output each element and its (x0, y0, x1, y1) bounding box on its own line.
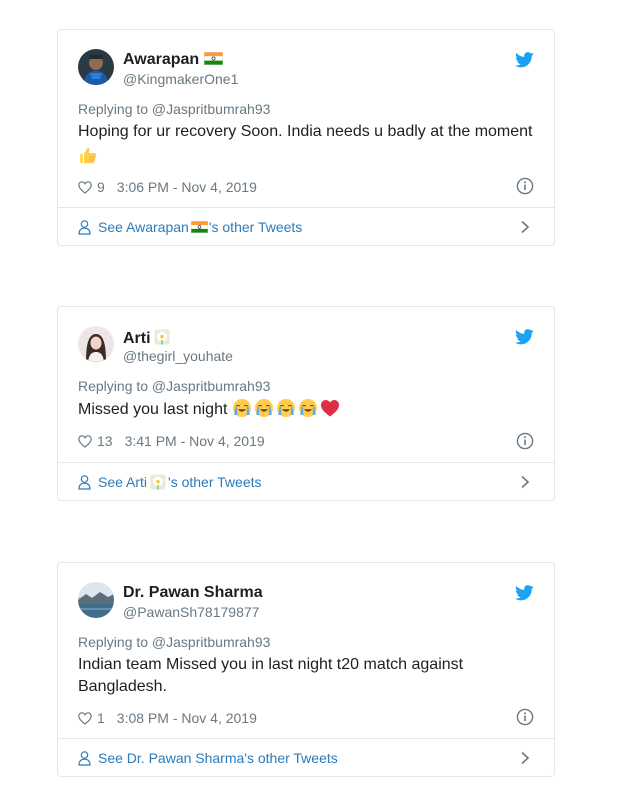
person-icon (78, 475, 91, 490)
replying-to: Replying to @Jaspritbumrah93 (78, 378, 271, 394)
tweet-card[interactable]: Arti @thegirl_youhate Replying to @Jaspr… (57, 306, 555, 501)
tweet-card[interactable]: Dr. Pawan Sharma @PawanSh78179877 Replyi… (57, 562, 555, 777)
timestamp[interactable]: 3:06 PM - Nov 4, 2019 (117, 179, 257, 195)
see-other-tweets-link[interactable]: See Arti 's other Tweets (78, 463, 534, 501)
heart-icon[interactable] (78, 181, 92, 194)
info-icon[interactable] (516, 708, 534, 726)
avatar[interactable] (78, 582, 114, 618)
person-icon (78, 220, 91, 235)
timestamp[interactable]: 3:08 PM - Nov 4, 2019 (117, 710, 257, 726)
flower-emoji (149, 473, 167, 491)
crying-face-emoji (232, 398, 252, 418)
tweet-text-body: Hoping for ur recovery Soon. India needs… (78, 123, 533, 140)
like-count[interactable]: 9 (97, 179, 105, 195)
tweet-meta: 1 3:08 PM - Nov 4, 2019 (78, 710, 257, 726)
tweet-meta: 13 3:41 PM - Nov 4, 2019 (78, 433, 265, 449)
see-other-prefix[interactable]: See Awarapan (98, 219, 189, 235)
author-handle[interactable]: @PawanSh78179877 (123, 604, 259, 620)
see-other-suffix[interactable]: 's other Tweets (209, 219, 302, 235)
avatar[interactable] (78, 49, 114, 85)
chevron-right-icon[interactable] (520, 220, 530, 234)
twitter-bird-icon[interactable] (515, 52, 534, 68)
author-name-text[interactable]: Arti (123, 330, 151, 347)
tweet-text: Indian team Missed you in last night t20… (78, 656, 464, 695)
tweet-text: Hoping for ur recovery Soon. India needs… (78, 121, 548, 168)
see-other-prefix[interactable]: See Dr. Pawan Sharma (98, 750, 244, 766)
see-other-prefix[interactable]: See Arti (98, 474, 147, 490)
crying-face-emoji (254, 398, 274, 418)
see-other-tweets-link[interactable]: See Dr. Pawan Sharma's other Tweets (78, 739, 534, 777)
author-name[interactable]: Arti (123, 328, 171, 348)
avatar[interactable] (78, 326, 114, 362)
heart-icon[interactable] (78, 712, 92, 725)
see-other-suffix[interactable]: 's other Tweets (168, 474, 261, 490)
person-icon (78, 751, 91, 766)
chevron-right-icon[interactable] (520, 751, 530, 765)
red-heart-emoji (320, 398, 340, 418)
replying-to: Replying to @Jaspritbumrah93 (78, 101, 271, 117)
thumbs-up-emoji (78, 145, 98, 165)
flower-emoji (153, 328, 171, 346)
info-icon[interactable] (516, 432, 534, 450)
replying-to: Replying to @Jaspritbumrah93 (78, 634, 271, 650)
tweet-text: Missed you last night (78, 398, 548, 421)
india-flag-icon (204, 52, 223, 65)
see-other-suffix[interactable]: 's other Tweets (244, 750, 337, 766)
india-flag-icon (191, 221, 208, 233)
info-icon[interactable] (516, 177, 534, 195)
author-handle[interactable]: @thegirl_youhate (123, 348, 233, 364)
author-handle[interactable]: @KingmakerOne1 (123, 71, 238, 87)
tweet-meta: 9 3:06 PM - Nov 4, 2019 (78, 179, 257, 195)
heart-icon[interactable] (78, 435, 92, 448)
author-name[interactable]: Awarapan (123, 51, 223, 69)
crying-face-emoji (276, 398, 296, 418)
like-count[interactable]: 13 (97, 433, 113, 449)
author-name-text[interactable]: Awarapan (123, 51, 199, 68)
like-count[interactable]: 1 (97, 710, 105, 726)
twitter-bird-icon[interactable] (515, 585, 534, 601)
chevron-right-icon[interactable] (520, 475, 530, 489)
tweet-card[interactable]: Awarapan @KingmakerOne1 Replying to @Jas… (57, 29, 555, 246)
twitter-bird-icon[interactable] (515, 329, 534, 345)
timestamp[interactable]: 3:41 PM - Nov 4, 2019 (125, 433, 265, 449)
author-name[interactable]: Dr. Pawan Sharma (123, 584, 263, 602)
see-other-tweets-link[interactable]: See Awarapan 's other Tweets (78, 208, 534, 246)
tweet-text-body: Missed you last night (78, 401, 228, 418)
crying-face-emoji (298, 398, 318, 418)
